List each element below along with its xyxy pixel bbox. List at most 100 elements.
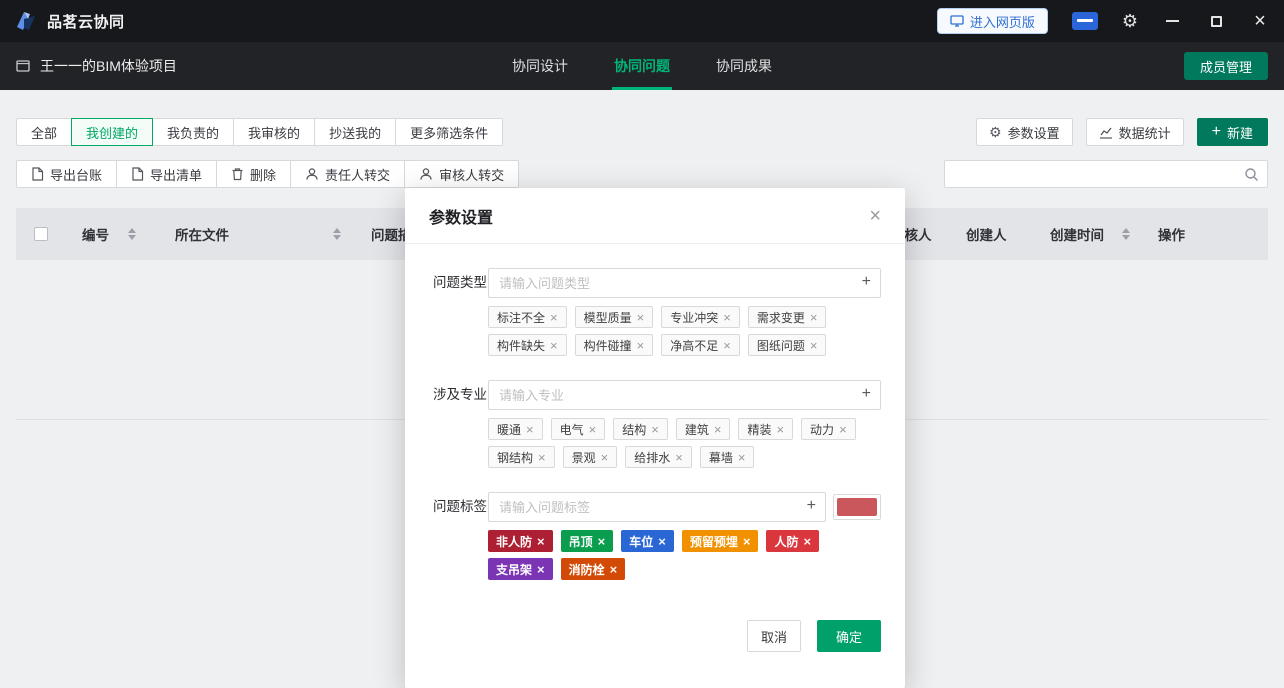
discipline-tag-list: 暖通 × 电气 × 结构 × xyxy=(488,418,881,468)
person-icon xyxy=(419,167,433,181)
tag-close-icon[interactable]: × xyxy=(675,451,683,464)
close-button[interactable]: × xyxy=(1250,11,1270,31)
tag-label: 幕墙 xyxy=(709,449,733,466)
tab-collab-issues[interactable]: 协同问题 xyxy=(614,42,670,90)
export-ledger-label: 导出台账 xyxy=(50,165,102,184)
issue-tag-input[interactable] xyxy=(488,492,826,522)
tag-label: 预留预埋 xyxy=(690,533,738,550)
tag-label: 消防栓 xyxy=(569,561,605,578)
tag-close-icon[interactable]: × xyxy=(738,451,746,464)
tag-close-icon[interactable]: × xyxy=(658,535,666,548)
tag-close-icon[interactable]: × xyxy=(589,423,597,436)
confirm-button[interactable]: 确定 xyxy=(817,620,881,652)
tag-label: 给排水 xyxy=(634,449,670,466)
export-list-button[interactable]: 导出清单 xyxy=(116,160,217,188)
filter-tab[interactable]: 我创建的 xyxy=(71,118,153,146)
plus-icon: + xyxy=(1212,124,1221,140)
param-settings-button[interactable]: ⚙ 参数设置 xyxy=(976,118,1073,146)
filter-tab[interactable]: 全部 xyxy=(16,118,72,146)
export-ledger-button[interactable]: 导出台账 xyxy=(16,160,117,188)
tag-close-icon[interactable]: × xyxy=(526,423,534,436)
tag-label: 净高不足 xyxy=(670,337,718,354)
project-icon xyxy=(16,60,30,72)
new-button-label: 新建 xyxy=(1227,123,1253,142)
discipline-tag: 景观 × xyxy=(563,446,618,468)
transfer-owner-button[interactable]: 责任人转交 xyxy=(290,160,405,188)
transfer-reviewer-button[interactable]: 审核人转交 xyxy=(404,160,519,188)
tag-label: 专业冲突 xyxy=(670,309,718,326)
colored-tag: 车位 × xyxy=(621,530,674,552)
tag-close-icon[interactable]: × xyxy=(810,311,818,324)
project-tabs: 协同设计 协同问题 协同成果 xyxy=(512,42,772,90)
person-icon xyxy=(305,167,319,181)
tag-close-icon[interactable]: × xyxy=(714,423,722,436)
param-settings-label: 参数设置 xyxy=(1008,123,1060,142)
search-icon[interactable] xyxy=(1244,167,1259,182)
discipline-tag: 结构 × xyxy=(613,418,668,440)
tag-close-icon[interactable]: × xyxy=(637,311,645,324)
search-input[interactable] xyxy=(944,160,1268,188)
add-icon[interactable]: + xyxy=(862,274,871,290)
modal-close-icon[interactable]: × xyxy=(869,206,881,226)
tag-close-icon[interactable]: × xyxy=(537,563,545,576)
discipline-input[interactable] xyxy=(488,380,881,410)
tag-close-icon[interactable]: × xyxy=(550,339,558,352)
sort-icon[interactable] xyxy=(1122,228,1130,240)
tag-close-icon[interactable]: × xyxy=(598,535,606,548)
add-icon[interactable]: + xyxy=(862,386,871,402)
filter-tab[interactable]: 抄送我的 xyxy=(314,118,396,146)
colored-tag: 支吊架 × xyxy=(488,558,553,580)
tag-close-icon[interactable]: × xyxy=(610,563,618,576)
tag-label: 模型质量 xyxy=(584,309,632,326)
minimize-button[interactable] xyxy=(1162,11,1182,31)
maximize-button[interactable] xyxy=(1206,11,1226,31)
settings-gear-icon[interactable]: ⚙ xyxy=(1122,12,1138,30)
delete-button[interactable]: 删除 xyxy=(216,160,291,188)
tag-close-icon[interactable]: × xyxy=(723,339,731,352)
filter-tab[interactable]: 我审核的 xyxy=(233,118,315,146)
tag-color-swatch[interactable] xyxy=(833,494,881,520)
tab-collab-results[interactable]: 协同成果 xyxy=(716,42,772,90)
tag-close-icon[interactable]: × xyxy=(803,535,811,548)
tag-close-icon[interactable]: × xyxy=(651,423,659,436)
tag-label: 需求变更 xyxy=(757,309,805,326)
tag-close-icon[interactable]: × xyxy=(723,311,731,324)
tag-label: 标注不全 xyxy=(497,309,545,326)
enter-web-version-button[interactable]: 进入网页版 xyxy=(937,8,1048,34)
tag-close-icon[interactable]: × xyxy=(537,535,545,548)
member-manage-button[interactable]: 成员管理 xyxy=(1184,52,1268,80)
add-icon[interactable]: + xyxy=(807,498,816,514)
column-header-created-at: 创建时间 xyxy=(1050,208,1104,260)
sort-icon[interactable] xyxy=(128,228,136,240)
issue-type-input[interactable] xyxy=(488,268,881,298)
tag-close-icon[interactable]: × xyxy=(743,535,751,548)
tag-close-icon[interactable]: × xyxy=(550,311,558,324)
select-all-checkbox[interactable] xyxy=(34,227,48,241)
filter-tab[interactable]: 更多筛选条件 xyxy=(395,118,503,146)
sort-icon[interactable] xyxy=(333,228,341,240)
floating-window-icon[interactable] xyxy=(1072,12,1098,30)
tab-collab-design[interactable]: 协同设计 xyxy=(512,42,568,90)
tag-label: 精装 xyxy=(747,421,771,438)
column-header-id: 编号 xyxy=(82,208,109,260)
filter-tab[interactable]: 我负责的 xyxy=(152,118,234,146)
tag-close-icon[interactable]: × xyxy=(839,423,847,436)
document-icon xyxy=(31,167,44,181)
cancel-button[interactable]: 取消 xyxy=(747,620,801,652)
tag-close-icon[interactable]: × xyxy=(538,451,546,464)
gear-icon: ⚙ xyxy=(989,125,1002,139)
tag-close-icon[interactable]: × xyxy=(637,339,645,352)
tag-close-icon[interactable]: × xyxy=(601,451,609,464)
tag-close-icon[interactable]: × xyxy=(810,339,818,352)
tag-color-swatch-fill xyxy=(837,498,877,516)
tag-close-icon[interactable]: × xyxy=(776,423,784,436)
colored-tag: 人防 × xyxy=(766,530,819,552)
new-button[interactable]: + 新建 xyxy=(1197,118,1268,146)
data-stats-button[interactable]: 数据统计 xyxy=(1086,118,1184,146)
tag-label: 人防 xyxy=(774,533,798,550)
issue-type-tag: 模型质量 × xyxy=(575,306,654,328)
filter-tabs: 全部 我创建的 我负责的 我审核的 抄送我的 更多筛选条件 xyxy=(16,118,503,146)
document-icon xyxy=(131,167,144,181)
search-box xyxy=(944,160,1268,188)
modal-footer: 取消 确定 xyxy=(433,620,881,652)
